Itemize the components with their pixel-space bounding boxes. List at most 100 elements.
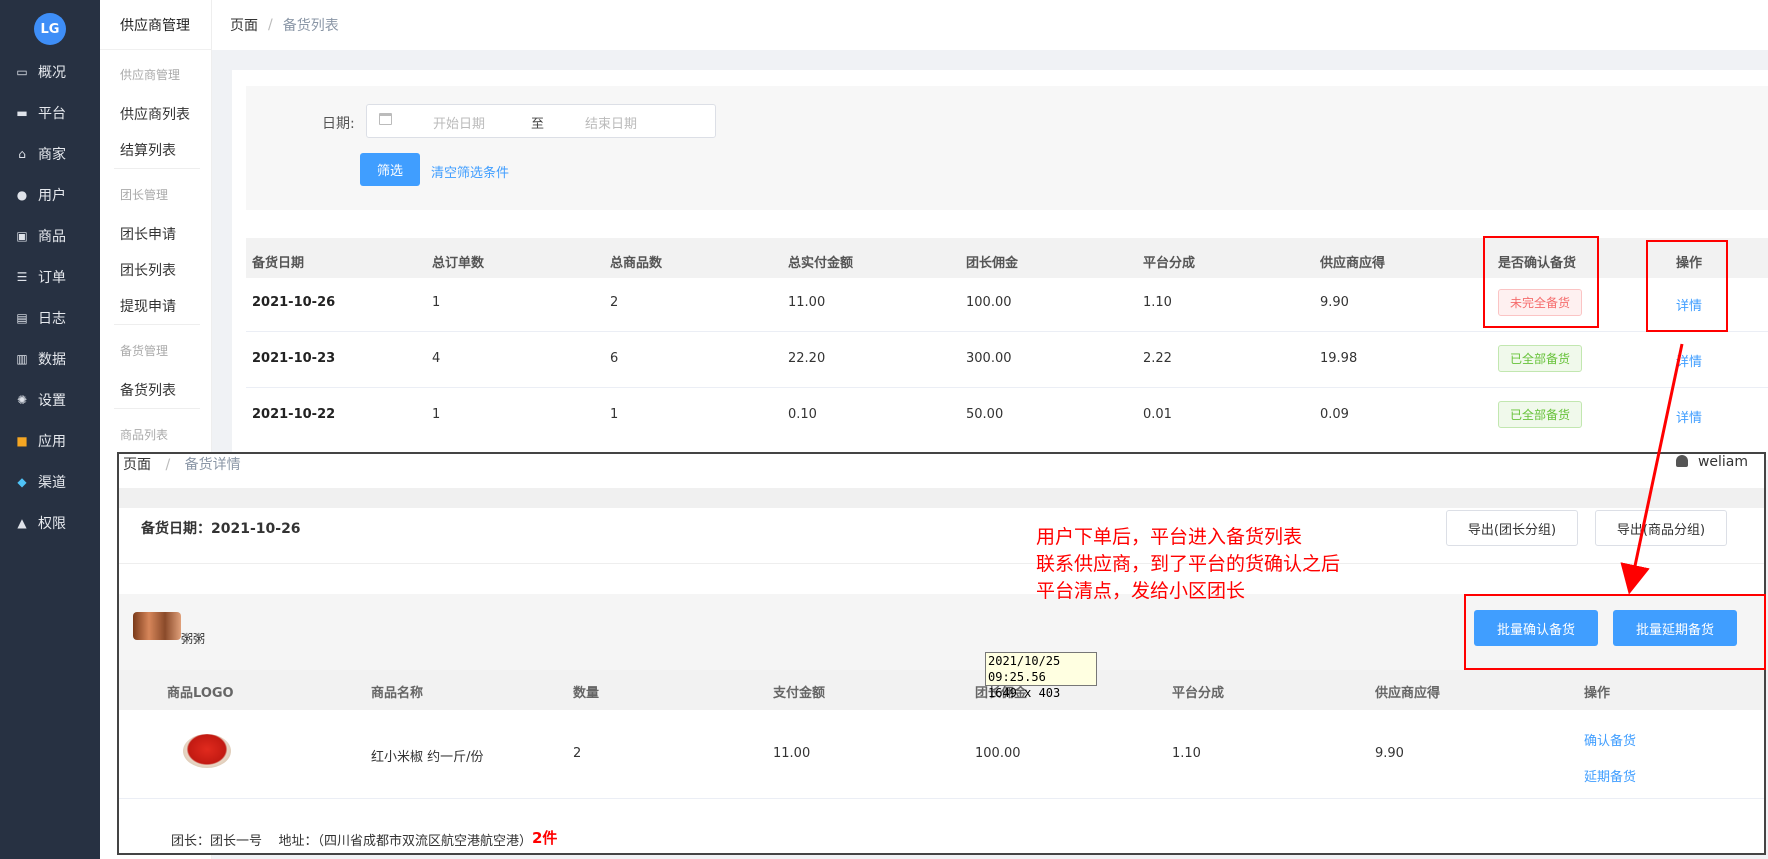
nav-item-channel[interactable]: ◆ 渠道 [0,467,100,497]
col-header: 团长佣金 [966,256,1019,271]
sub-divider [114,168,200,169]
list-icon: ☰ [16,270,28,284]
start-date-input[interactable]: 开始日期 [433,113,485,132]
nav-item-log[interactable]: ▤ 日志 [0,303,100,333]
cell-orders: 1 [432,295,441,310]
breadcrumb-current: 备货详情 [184,457,241,473]
item-count: 2件 [532,829,558,847]
annotation-line: 平台清点，发给小区团长 [1036,580,1246,602]
cell-supplier: 19.98 [1320,351,1358,366]
main-nav: LG ▭ 概况 ▬ 平台 ⌂ 商家 ● 用户 ▣ 商品 ☰ 订单 ▤ 日志 ▥ 数据 ✺ 设置 ■… [0,0,100,859]
grid-icon: ■ [16,434,28,448]
nav-item-user[interactable]: ● 用户 [0,180,100,210]
col-header: 总商品数 [610,256,663,271]
nav-item-goods[interactable]: ▣ 商品 [0,221,100,251]
monitor-icon: ▭ [16,65,28,79]
col-header: 总订单数 [432,256,485,271]
confirm-stock-link[interactable]: 确认备货 [1584,730,1636,749]
tooltip-size: 1649 x 403 [988,686,1061,700]
col-header: 商品名称 [371,686,424,701]
col-header: 支付金额 [773,686,826,701]
cell-supplier: 9.90 [1375,746,1404,761]
col-header: 数量 [573,686,600,701]
breadcrumb-separator: / [268,17,273,33]
nav-item-order[interactable]: ☰ 订单 [0,262,100,292]
nav-item-overview[interactable]: ▭ 概况 [0,57,100,87]
sub-divider [114,324,200,325]
leader-address: 团长：团长一号 地址：（四川省成都市双流区航空港航空港） [171,834,533,849]
status-badge: 已全部备货 [1498,345,1583,372]
leader-name: 粥粥 [181,632,206,646]
detail-breadcrumb: 页面 / 备货详情 [123,454,241,474]
app-logo[interactable]: LG [34,13,66,45]
nav-item-merchant[interactable]: ⌂ 商家 [0,139,100,169]
highlight-status-column [1483,236,1599,328]
cell-paid: 22.20 [788,351,826,366]
book-icon: ▤ [16,311,28,325]
annotation-line: 联系供应商，到了平台的货确认之后 [1036,553,1341,575]
filter-button[interactable]: 筛选 [360,153,420,186]
bar-chart-icon: ▥ [16,352,28,366]
delay-stock-link[interactable]: 延期备货 [1584,766,1636,785]
export-by-leader-button[interactable]: 导出(团长分组) [1446,510,1578,546]
goods-table-header [119,670,1764,710]
cell-commission: 100.00 [966,295,1012,310]
sub-item-leader-list[interactable]: 团长列表 [120,260,176,280]
nav-item-apps[interactable]: ■ 应用 [0,426,100,456]
cell-date: 2021-10-22 [252,407,336,422]
cell-qty: 2 [573,746,582,761]
cell-date: 2021-10-23 [252,351,336,366]
detail-gap [119,488,1764,508]
cell-commission: 100.00 [975,746,1021,761]
cell-goods: 1 [610,407,619,422]
clear-filter-link[interactable]: 清空筛选条件 [431,162,509,181]
export-by-goods-button[interactable]: 导出(商品分组) [1595,510,1727,546]
leader-avatar [133,612,181,640]
sub-item-supplier-list[interactable]: 供应商列表 [120,104,190,124]
cell-goods: 2 [610,295,619,310]
detail-spacer [119,564,1764,594]
detail-link[interactable]: 详情 [1676,351,1702,370]
col-header: 备货日期 [252,256,305,271]
nav-item-data[interactable]: ▥ 数据 [0,344,100,374]
sub-nav-title: 供应商管理 [100,0,212,50]
stock-date-title: 备货日期：2021-10-26 [141,521,301,537]
end-date-input[interactable]: 结束日期 [585,113,637,132]
sub-item-withdraw-apply[interactable]: 提现申请 [120,296,176,316]
cell-platform: 1.10 [1172,746,1201,761]
sub-item-stock-list[interactable]: 备货列表 [120,380,176,400]
user-menu[interactable]: weliam [1675,454,1748,470]
cell-supplier: 9.90 [1320,295,1349,310]
cell-date: 2021-10-26 [252,295,336,310]
date-range-picker[interactable]: 开始日期 至 结束日期 [366,104,716,138]
sub-item-leader-apply[interactable]: 团长申请 [120,224,176,244]
sub-group-title: 商品列表 [120,428,169,442]
annotation-text: 用户下单后，平台进入备货列表 联系供应商，到了平台的货确认之后 平台清点，发给小… [1036,524,1340,605]
gear-icon: ✺ [16,393,28,407]
range-separator: 至 [531,117,545,132]
sub-item-settlement-list[interactable]: 结算列表 [120,140,176,160]
screenshot-tooltip: 2021/10/25 09:25.56 1649 x 403 [985,652,1097,700]
cube-icon: ◆ [17,475,27,489]
sub-group-title: 备货管理 [120,344,169,358]
row-divider [246,387,1768,388]
cell-paid: 11.00 [788,295,826,310]
user-icon [1675,455,1688,467]
row-divider [119,798,1764,799]
col-header: 操作 [1584,686,1611,701]
nav-item-settings[interactable]: ✺ 设置 [0,385,100,415]
cell-platform: 1.10 [1143,295,1172,310]
store-icon: ⌂ [18,147,26,161]
status-badge: 已全部备货 [1498,401,1583,428]
nav-item-permission[interactable]: ▲ 权限 [0,508,100,538]
detail-link[interactable]: 详情 [1676,407,1702,426]
col-header: 供应商应得 [1375,686,1441,701]
username: weliam [1697,454,1748,470]
cell-platform: 0.01 [1143,407,1172,422]
cell-product-name: 红小米椒 约一斤/份 [371,750,484,765]
nav-item-platform[interactable]: ▬ 平台 [0,98,100,128]
breadcrumb-root[interactable]: 页面 [230,15,258,35]
sub-group-title: 供应商管理 [120,68,181,82]
top-header: 页面 / 备货列表 [212,0,1768,50]
breadcrumb-root[interactable]: 页面 [123,457,151,473]
